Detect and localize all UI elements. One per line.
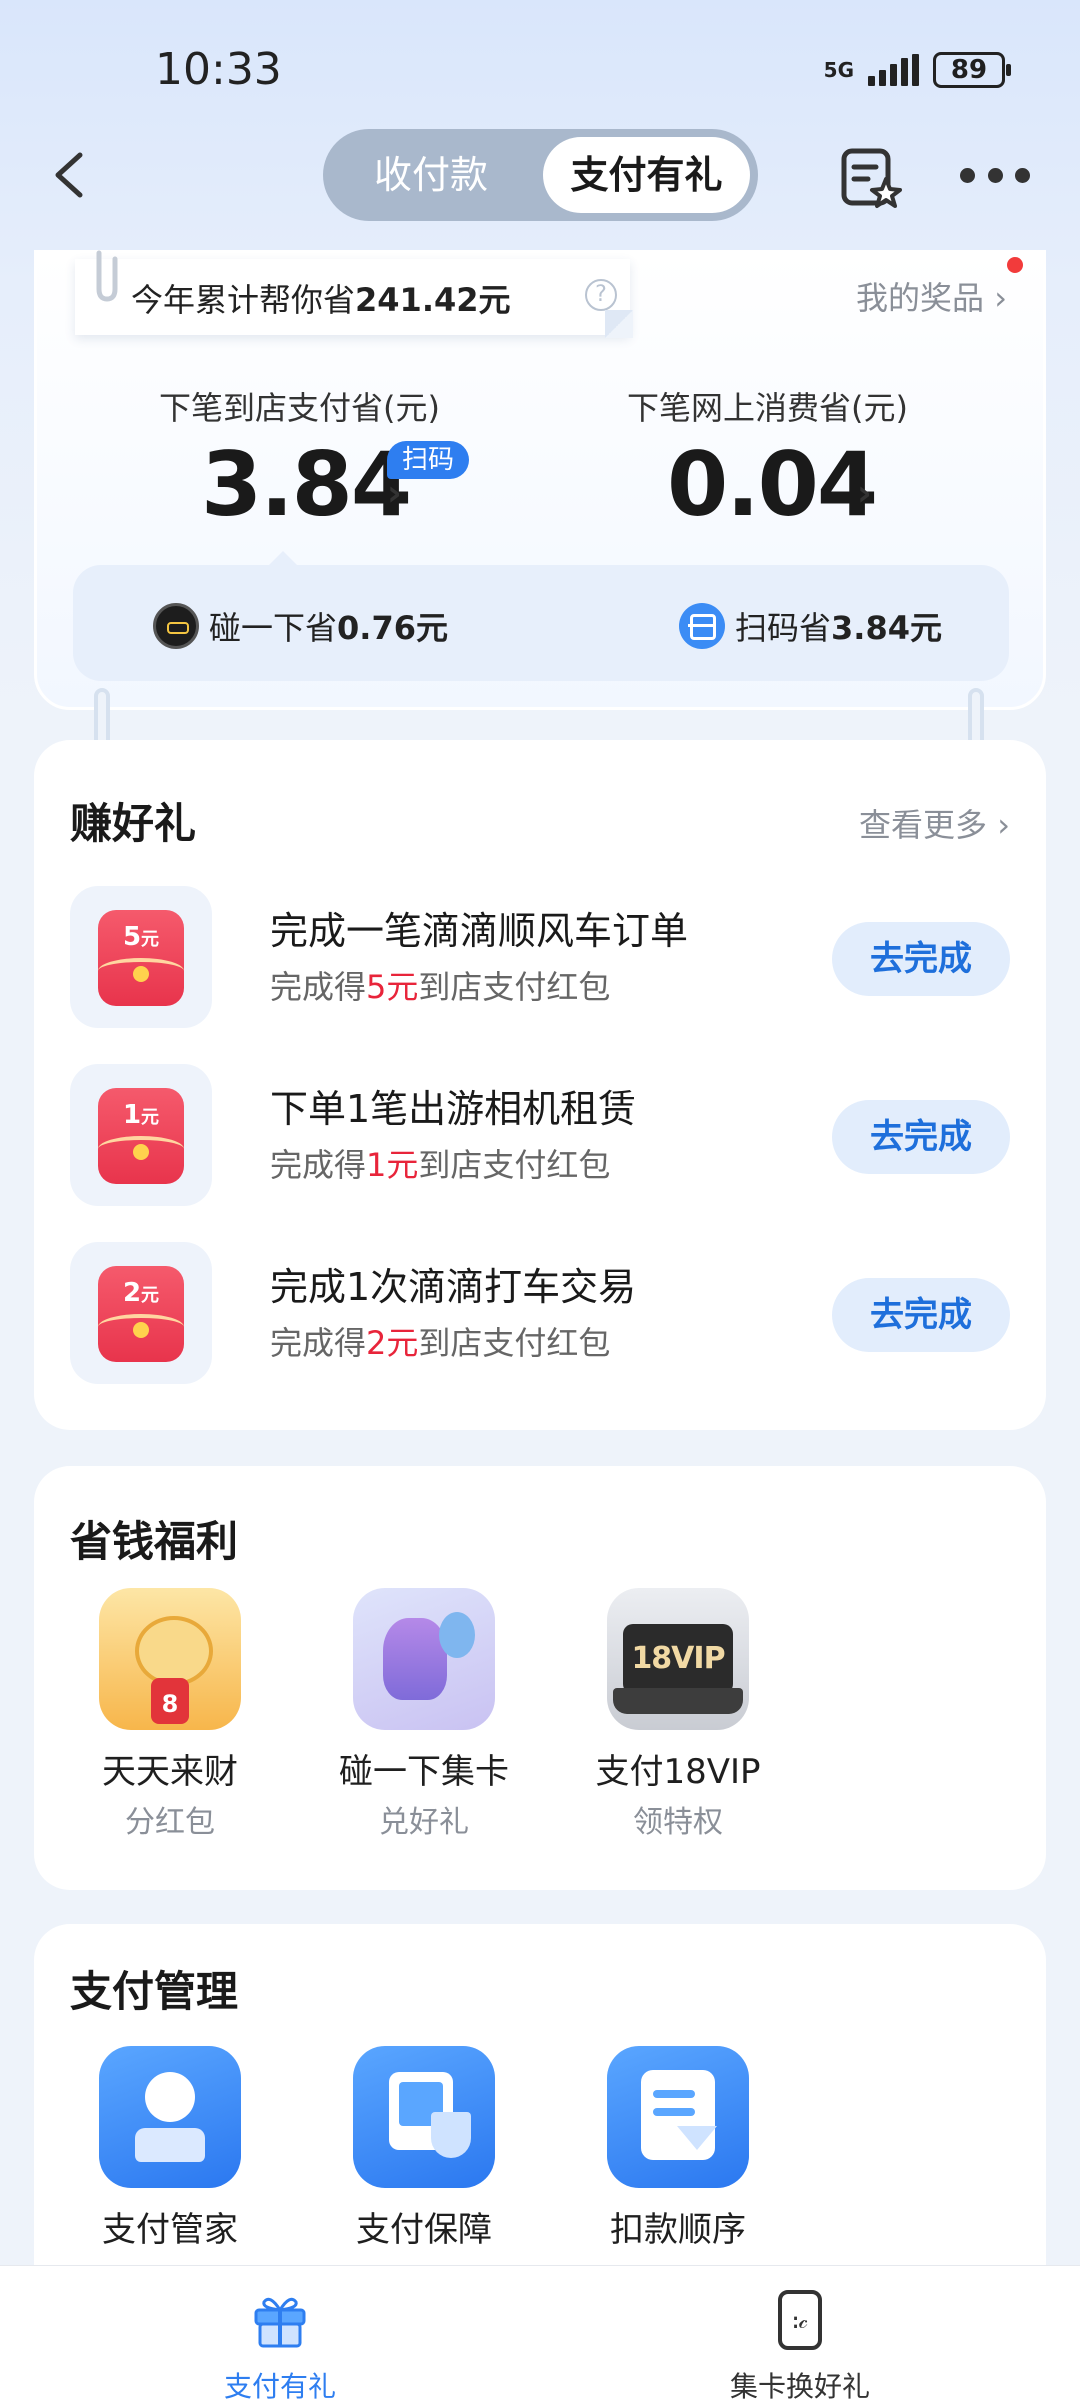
manage-item-steward[interactable]: 支付管家	[60, 2046, 280, 2251]
task-row: 2元 完成1次滴滴打车交易 完成得2元到店支付红包 去完成	[70, 1242, 1010, 1384]
paperclip-icon	[96, 250, 118, 302]
notification-dot	[1007, 257, 1023, 273]
payment-management-card: 支付管理 支付管家 支付保障 扣款顺序	[34, 1924, 1046, 2304]
welfare-sub: 领特权	[633, 1805, 723, 1840]
status-bar: 10:33 5G 89	[0, 0, 1080, 130]
welfare-item-daily-fortune[interactable]: 天天来财 分红包	[60, 1588, 280, 1841]
card-exchange-icon: ꓽ𝒸	[778, 2290, 822, 2350]
security-icon	[353, 2046, 495, 2188]
welfare-label: 支付18VIP	[595, 1752, 761, 1792]
vip-icon-base	[613, 1688, 743, 1714]
my-prizes-link[interactable]: 我的奖品 ›	[856, 273, 1007, 319]
svg-text:ꓽ𝒸: ꓽ𝒸	[792, 2309, 808, 2334]
store-savings-arrow[interactable]: ›	[387, 473, 402, 514]
card-collect-icon	[353, 1588, 495, 1730]
manage-item-deduction-order[interactable]: 扣款顺序	[568, 2046, 788, 2251]
status-indicators: 5G 89	[823, 52, 1011, 88]
status-time: 10:33	[155, 44, 282, 95]
savings-card: 今年累计帮你省241.42元 ? 我的奖品 › 下笔到店支付省(元) 3.84 …	[34, 250, 1046, 710]
battery-icon: 89	[933, 52, 1011, 88]
task-row: 5元 完成一笔滴滴顺风车订单 完成得5元到店支付红包 去完成	[70, 886, 1010, 1028]
scan-savings[interactable]: 扫码省 3.84元	[679, 603, 942, 649]
segmented-control: 收付款 支付有礼	[323, 129, 758, 221]
tab-pay-rewards[interactable]: 支付有礼	[543, 137, 750, 213]
online-savings-arrow[interactable]: ›	[857, 473, 872, 514]
signal-icon	[868, 54, 919, 86]
tab-label: 集卡换好礼	[729, 2370, 870, 2400]
nav-bar: 收付款 支付有礼	[0, 125, 1080, 225]
annual-savings-text: 今年累计帮你省241.42元	[131, 281, 511, 319]
welfare-label: 天天来财	[102, 1752, 238, 1792]
scan-code-icon	[679, 603, 725, 649]
task-title: 下单1笔出游相机租赁	[270, 1087, 637, 1131]
network-type: 5G	[823, 58, 854, 82]
tab-card-exchange[interactable]: ꓽ𝒸 集卡换好礼	[650, 2266, 950, 2400]
online-savings-value[interactable]: 0.04	[667, 433, 878, 536]
earn-rewards-title: 赚好礼	[70, 799, 197, 848]
red-envelope-icon: 2元	[98, 1266, 184, 1362]
task-reward-text: 完成得5元到店支付红包	[270, 968, 611, 1006]
online-savings-label: 下笔网上消费省(元)	[627, 389, 908, 427]
savings-breakdown: 碰一下省 0.76元 扫码省 3.84元	[73, 551, 1009, 681]
go-complete-button[interactable]: 去完成	[832, 1278, 1010, 1352]
welfare-sub: 兑好礼	[379, 1805, 469, 1840]
red-envelope-icon: 1元	[98, 1088, 184, 1184]
dragon-mascot-icon	[99, 1588, 241, 1730]
welfare-item-card-collect[interactable]: 碰一下集卡 兑好礼	[314, 1588, 534, 1841]
tab-label: 支付有礼	[223, 2370, 336, 2400]
help-icon[interactable]: ?	[585, 279, 617, 311]
store-savings-label: 下笔到店支付省(元)	[159, 389, 440, 427]
task-icon-wrap: 5元	[70, 886, 212, 1028]
bill-star-icon[interactable]	[838, 145, 904, 211]
more-options-icon[interactable]	[960, 163, 1030, 187]
welfare-title: 省钱福利	[70, 1517, 239, 1566]
go-complete-button[interactable]: 去完成	[832, 1100, 1010, 1174]
task-icon-wrap: 2元	[70, 1242, 212, 1384]
tab-receive-pay[interactable]: 收付款	[331, 137, 531, 213]
steward-icon	[99, 2046, 241, 2188]
earn-rewards-card: 赚好礼 查看更多 › 5元 完成一笔滴滴顺风车订单 完成得5元到店支付红包 去完…	[34, 740, 1046, 1430]
tap-savings[interactable]: 碰一下省 0.76元	[153, 603, 448, 649]
back-icon[interactable]	[44, 145, 104, 205]
manage-label: 支付管家	[102, 2210, 238, 2250]
bottom-tab-bar: 支付有礼 ꓽ𝒸 集卡换好礼	[0, 2265, 1080, 2400]
scan-badge: 扫码	[387, 441, 469, 479]
vip-icon: 18VIP	[607, 1588, 749, 1730]
task-icon-wrap: 1元	[70, 1064, 212, 1206]
gift-icon	[254, 2297, 306, 2348]
view-more-link[interactable]: 查看更多 ›	[859, 800, 1010, 846]
vip-icon-text: 18VIP	[623, 1624, 733, 1694]
tap-pay-icon	[153, 603, 199, 649]
task-row: 1元 下单1笔出游相机租赁 完成得1元到店支付红包 去完成	[70, 1064, 1010, 1206]
manage-item-security[interactable]: 支付保障	[314, 2046, 534, 2251]
manage-label: 支付保障	[356, 2210, 492, 2250]
task-reward-text: 完成得2元到店支付红包	[270, 1324, 611, 1362]
welfare-sub: 分红包	[125, 1805, 215, 1840]
red-envelope-icon: 5元	[98, 910, 184, 1006]
payment-management-title: 支付管理	[70, 1967, 239, 2016]
tab-pay-rewards-bottom[interactable]: 支付有礼	[130, 2266, 430, 2400]
order-icon	[607, 2046, 749, 2188]
go-complete-button[interactable]: 去完成	[832, 922, 1010, 996]
money-saving-welfare-card: 省钱福利 天天来财 分红包 碰一下集卡 兑好礼 18VIP 支付18VIP 领特…	[34, 1466, 1046, 1890]
task-reward-text: 完成得1元到店支付红包	[270, 1146, 611, 1184]
manage-label: 扣款顺序	[610, 2210, 746, 2250]
store-savings-value[interactable]: 3.84	[201, 433, 412, 536]
task-title: 完成一笔滴滴顺风车订单	[270, 909, 689, 953]
task-title: 完成1次滴滴打车交易	[270, 1265, 637, 1309]
annual-savings-note: 今年累计帮你省241.42元 ?	[75, 250, 633, 338]
welfare-label: 碰一下集卡	[339, 1752, 509, 1792]
welfare-item-vip[interactable]: 18VIP 支付18VIP 领特权	[568, 1588, 788, 1841]
